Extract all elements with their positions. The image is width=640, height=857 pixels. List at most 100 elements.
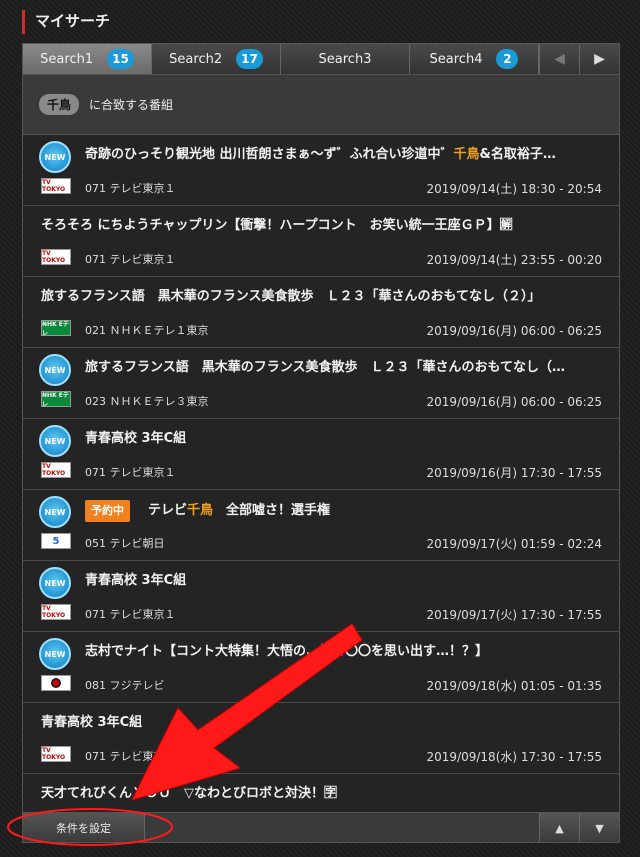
tab-prev-button[interactable]: ◀ bbox=[539, 44, 579, 74]
air-time: 2019/09/18(水) 17:30 - 17:55 bbox=[426, 750, 602, 764]
channel-logo-nhk-icon: NHK Eテレ bbox=[41, 320, 71, 337]
logo-text: TV TOKYO bbox=[42, 179, 66, 193]
program-title: 天才てれびくんＹＯＵ ▽なわとびロボと対決！🈑 bbox=[41, 784, 605, 804]
program-title: 青春高校 3年C組 bbox=[85, 571, 605, 591]
title-text: 奇跡のひっそり観光地 出川哲朗さまぁ～ず゛ふれ合い珍道中゛ bbox=[85, 147, 454, 162]
new-label: NEW bbox=[44, 507, 66, 517]
logo-text: TV TOKYO bbox=[42, 463, 66, 477]
title-text: 青春高校 3年C組 bbox=[85, 431, 187, 446]
air-time: 2019/09/18(水) 01:05 - 01:35 bbox=[426, 679, 602, 693]
channel-logo-fuji-icon bbox=[41, 675, 71, 691]
match-suffix: に合致する番組 bbox=[89, 98, 174, 112]
new-label: NEW bbox=[44, 436, 66, 446]
triangle-left-icon: ◀ bbox=[554, 51, 565, 67]
air-time: 2019/09/16(月) 06:00 - 06:25 bbox=[426, 395, 602, 409]
scroll-down-button[interactable]: ▼ bbox=[579, 813, 619, 842]
program-title: 旅するフランス語 黒木華のフランス美食散歩 Ｌ２３「華さんのおもてなし（２）」 bbox=[41, 287, 605, 307]
triangle-down-icon: ▼ bbox=[595, 821, 604, 835]
air-time: 2019/09/17(火) 17:30 - 17:55 bbox=[426, 608, 602, 622]
channel-name: 071 テレビ東京１ bbox=[85, 608, 176, 621]
channel-logo-tvtokyo-icon: TV TOKYO bbox=[41, 746, 71, 762]
channel-logo-asahi-icon: 5 bbox=[41, 533, 71, 549]
title-text: そろそろ にちようチャップリン【衝撃！ハープコント お笑い統一王座ＧＰ】 bbox=[41, 218, 500, 233]
tab-label: Search3 bbox=[318, 51, 372, 67]
channel-name: 071 テレビ東京１ bbox=[85, 466, 176, 479]
channel-name: 071 テレビ東京１ bbox=[85, 750, 176, 763]
program-row[interactable]: そろそろ にちようチャップリン【衝撃！ハープコント お笑い統一王座ＧＰ】🈖 TV … bbox=[23, 206, 619, 277]
count-badge: 17 bbox=[236, 49, 263, 69]
title-text: 天才てれびくんＹＯＵ ▽なわとびロボと対決！ bbox=[41, 786, 324, 801]
tab-label: Search2 bbox=[169, 51, 223, 67]
title-text: 青春高校 3年C組 bbox=[85, 573, 187, 588]
title-text: 旅するフランス語 黒木華のフランス美食散歩 Ｌ２３「華さんのおもてなし（… bbox=[85, 360, 565, 375]
channel-name: 071 テレビ東京１ bbox=[85, 182, 176, 195]
program-title: 予約中 テレビ千鳥 全部嘘さ！選手権 bbox=[85, 500, 605, 522]
program-row[interactable]: NEW 奇跡のひっそり観光地 出川哲朗さまぁ～ず゛ふれ合い珍道中゛千鳥&名取裕子…… bbox=[23, 135, 619, 206]
new-icon: NEW bbox=[39, 638, 71, 670]
set-condition-button[interactable]: 条件を設定 bbox=[23, 813, 145, 842]
title-text: テレビ bbox=[148, 503, 188, 518]
tab-search1[interactable]: Search1 15 bbox=[23, 44, 152, 74]
triangle-up-icon: ▲ bbox=[555, 821, 564, 835]
title-text-tail: 🈑 bbox=[324, 786, 338, 801]
program-row[interactable]: NEW 志村でナイト【コント大特集！大悟の…見て〇〇を思い出す…！？】 081 フジ… bbox=[23, 632, 619, 703]
program-title: 青春高校 3年C組 bbox=[85, 429, 605, 449]
program-row[interactable]: NEW 予約中 テレビ千鳥 全部嘘さ！選手権 5 051 テレビ朝日 2019/09/17… bbox=[23, 490, 619, 561]
title-text-tail: 全部嘘さ！選手権 bbox=[213, 503, 331, 518]
program-title: 志村でナイト【コント大特集！大悟の…見て〇〇を思い出す…！？】 bbox=[85, 642, 605, 662]
new-label: NEW bbox=[44, 578, 66, 588]
channel-logo-tvtokyo-icon: TV TOKYO bbox=[41, 178, 71, 194]
channel-name: 021 ＮＨＫＥテレ１東京 bbox=[85, 324, 209, 337]
search-tabs: Search1 15 Search2 17 Search3 Search4 2 … bbox=[23, 44, 619, 75]
count-badge: 15 bbox=[107, 49, 134, 69]
logo-text: TV TOKYO bbox=[42, 250, 66, 264]
logo-text: NHK Eテレ bbox=[42, 392, 69, 408]
program-list: NEW 奇跡のひっそり観光地 出川哲朗さまぁ～ず゛ふれ合い珍道中゛千鳥&名取裕子…… bbox=[23, 135, 619, 812]
program-row[interactable]: NEW 旅するフランス語 黒木華のフランス美食散歩 Ｌ２３「華さんのおもてなし（…… bbox=[23, 348, 619, 419]
count-badge: 2 bbox=[496, 49, 519, 69]
air-time: 2019/09/16(月) 06:00 - 06:25 bbox=[426, 324, 602, 338]
channel-logo-tvtokyo-icon: TV TOKYO bbox=[41, 462, 71, 478]
channel-name: 023 ＮＨＫＥテレ３東京 bbox=[85, 395, 209, 408]
tab-search2[interactable]: Search2 17 bbox=[152, 44, 281, 74]
tab-next-button[interactable]: ▶ bbox=[579, 44, 619, 74]
scroll-up-button[interactable]: ▲ bbox=[539, 813, 579, 842]
tab-label: Search1 bbox=[40, 51, 94, 67]
page-title: マイサーチ bbox=[22, 10, 110, 34]
new-label: NEW bbox=[44, 365, 66, 375]
panel-footer: 条件を設定 ▲ ▼ bbox=[23, 812, 619, 842]
channel-logo-tvtokyo-icon: TV TOKYO bbox=[41, 604, 71, 620]
program-row[interactable]: NEW 青春高校 3年C組 TV TOKYO 071 テレビ東京１ 2019/09/16… bbox=[23, 419, 619, 490]
footer-spacer bbox=[145, 813, 539, 842]
logo-text: TV TOKYO bbox=[42, 747, 66, 761]
new-icon: NEW bbox=[39, 141, 71, 173]
tab-search4[interactable]: Search4 2 bbox=[410, 44, 539, 74]
program-row[interactable]: 青春高校 3年C組 TV TOKYO 071 テレビ東京１ 2019/09/18(水)… bbox=[23, 703, 619, 774]
program-title: そろそろ にちようチャップリン【衝撃！ハープコント お笑い統一王座ＧＰ】🈖 bbox=[41, 216, 605, 236]
new-icon: NEW bbox=[39, 496, 71, 528]
logo-text: NHK Eテレ bbox=[42, 321, 69, 337]
new-icon: NEW bbox=[39, 425, 71, 457]
channel-logo-tvtokyo-icon: TV TOKYO bbox=[41, 249, 71, 265]
tab-search3[interactable]: Search3 bbox=[281, 44, 410, 74]
logo-text: TV TOKYO bbox=[42, 605, 66, 619]
program-row[interactable]: NEW 青春高校 3年C組 TV TOKYO 071 テレビ東京１ 2019/09/17… bbox=[23, 561, 619, 632]
reserved-badge: 予約中 bbox=[85, 500, 130, 522]
air-time: 2019/09/14(土) 23:55 - 00:20 bbox=[426, 253, 602, 267]
title-text: 青春高校 3年C組 bbox=[41, 715, 143, 730]
logo-text: 5 bbox=[52, 535, 60, 547]
channel-name: 051 テレビ朝日 bbox=[85, 537, 165, 550]
new-label: NEW bbox=[44, 649, 66, 659]
channel-name: 071 テレビ東京１ bbox=[85, 253, 176, 266]
title-highlight: 千鳥 bbox=[453, 147, 480, 162]
title-text: 志村でナイト【コント大特集！大悟の…見て〇〇を思い出す…！？】 bbox=[85, 644, 489, 659]
program-row[interactable]: 旅するフランス語 黒木華のフランス美食散歩 Ｌ２３「華さんのおもてなし（２）」 N… bbox=[23, 277, 619, 348]
tab-label: Search4 bbox=[429, 51, 483, 67]
new-label: NEW bbox=[44, 152, 66, 162]
channel-name: 081 フジテレビ bbox=[85, 679, 165, 692]
title-text-tail: 🈖 bbox=[499, 218, 513, 233]
new-icon: NEW bbox=[39, 354, 71, 386]
triangle-right-icon: ▶ bbox=[594, 51, 605, 67]
program-row[interactable]: 天才てれびくんＹＯＵ ▽なわとびロボと対決！🈑 bbox=[23, 774, 619, 812]
program-title: 奇跡のひっそり観光地 出川哲朗さまぁ～ず゛ふれ合い珍道中゛千鳥&名取裕子… bbox=[85, 145, 605, 165]
